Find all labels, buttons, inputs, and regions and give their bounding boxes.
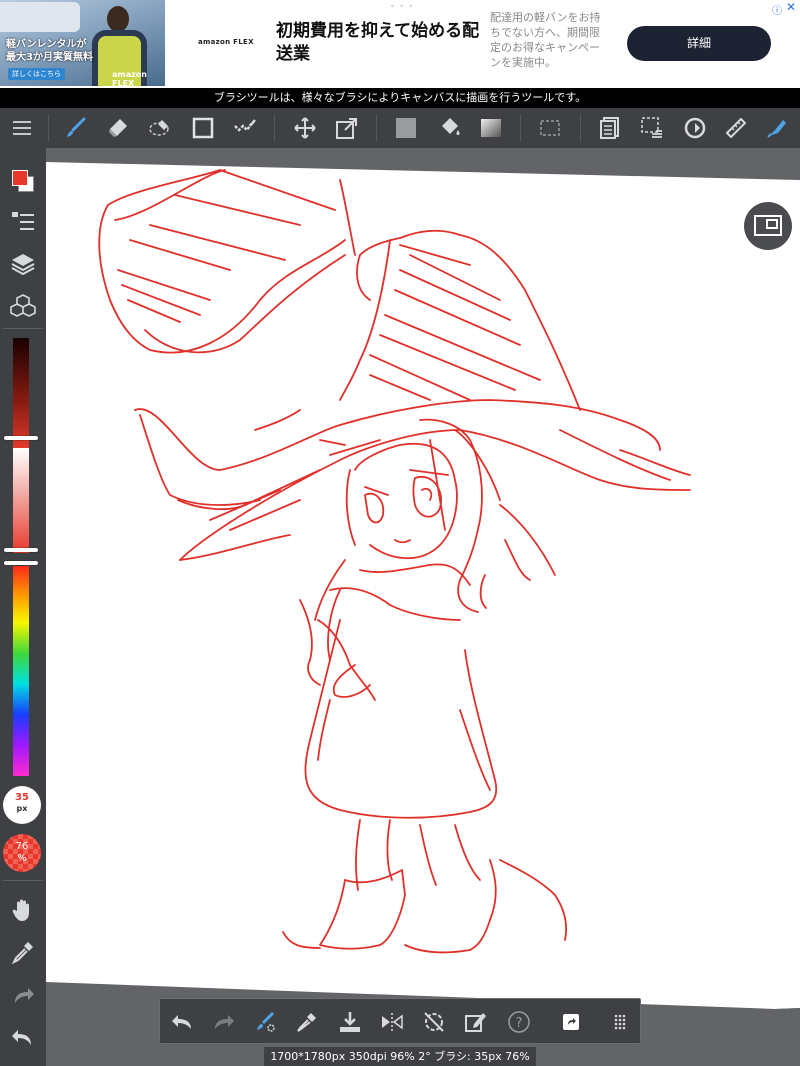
flip-icon[interactable] (378, 1008, 406, 1036)
brush-settings-icon[interactable] (251, 1008, 279, 1036)
ad-description: 配達用の軽バンをお持ちでない方へ、期間限定のお得なキャンペーンを実施中。 (490, 11, 601, 69)
svg-text:?: ? (516, 1016, 523, 1031)
saturation-handle[interactable] (4, 548, 38, 552)
ad-photo-button[interactable]: 詳しくはこちら (8, 68, 65, 80)
move-icon[interactable] (291, 114, 319, 142)
brightness-slider[interactable] (13, 338, 29, 448)
hue-slider[interactable] (13, 566, 29, 776)
ad-photo-text: 軽バンレンタルが 最大3か月実質無料 (6, 39, 93, 63)
copy-icon[interactable] (596, 114, 624, 142)
undo-icon[interactable] (9, 1024, 37, 1052)
redo-icon[interactable] (210, 1008, 238, 1036)
save-icon[interactable] (336, 1008, 364, 1036)
rectangle-icon[interactable] (189, 114, 217, 142)
ad-handle: • • • (390, 2, 415, 11)
canvas-area[interactable] (46, 148, 800, 1066)
ad-banner[interactable]: 軽バンレンタルが 最大3か月実質無料 詳しくはこちら amazon FLEX •… (0, 0, 800, 88)
opacity-value: 76 (15, 841, 29, 852)
eyedropper-icon[interactable] (9, 938, 37, 966)
brush-size-button[interactable]: 35 px (3, 786, 41, 824)
layers-icon[interactable] (9, 250, 37, 278)
ad-detail-button[interactable]: 詳細 (627, 26, 771, 61)
ad-headline[interactable]: 初期費用を抑えて始める配送業 (276, 20, 481, 66)
more-grid-icon[interactable] (606, 1008, 634, 1036)
ad-close-icon[interactable]: ✕ (786, 0, 796, 14)
ad-photo[interactable]: 軽バンレンタルが 最大3か月実質無料 詳しくはこちら amazon FLEX (0, 0, 165, 86)
dot-brush-icon[interactable] (231, 114, 259, 142)
select-menu-icon[interactable] (638, 114, 666, 142)
color-swatch-pair[interactable] (10, 168, 36, 194)
redo-icon[interactable] (9, 982, 37, 1010)
rotate-reset-icon[interactable] (420, 1008, 448, 1036)
ad-brand-logo: amazon FLEX (198, 38, 254, 46)
help-icon[interactable]: ? (505, 1008, 533, 1036)
undo-icon[interactable] (168, 1008, 196, 1036)
transform-icon[interactable] (333, 114, 361, 142)
eyedropper-icon[interactable] (293, 1008, 321, 1036)
menu-icon[interactable] (8, 114, 36, 142)
van-image (0, 2, 80, 32)
brush-size-unit: px (16, 804, 28, 813)
selection-icon[interactable] (536, 114, 564, 142)
materials-icon[interactable] (9, 292, 37, 320)
app-window: 軽バンレンタルが 最大3か月実質無料 詳しくはこちら amazon FLEX •… (0, 0, 800, 1066)
foreground-color-swatch[interactable] (12, 170, 28, 186)
rotate-icon[interactable] (681, 114, 709, 142)
brightness-handle[interactable] (4, 436, 38, 440)
hue-handle[interactable] (4, 561, 38, 565)
tool-tooltip: ブラシツールは、様々なブラシによりキャンバスに描画を行うツールです。 (0, 88, 800, 108)
ad-info-icon[interactable]: ⓘ (772, 2, 782, 17)
pen-icon[interactable] (763, 114, 791, 142)
eraser-icon[interactable] (104, 114, 132, 142)
ad-photo-logo: amazon FLEX (112, 70, 147, 86)
left-sidebar: 35 px 76 % (0, 148, 46, 1066)
edit-layer-icon[interactable] (462, 1008, 490, 1036)
brush-size-value: 35 (15, 792, 29, 803)
top-toolbar (0, 108, 800, 148)
ruler-icon[interactable] (722, 114, 750, 142)
canvas-status: 1700*1780px 350dpi 96% 2° ブラシ: 35px 76% (264, 1047, 536, 1066)
lasso-eraser-icon[interactable] (146, 114, 174, 142)
opacity-unit: % (17, 853, 27, 864)
fill-color-icon[interactable] (392, 114, 420, 142)
brush-icon[interactable] (62, 114, 90, 142)
hand-icon[interactable] (9, 896, 37, 924)
drawing-canvas[interactable] (46, 148, 800, 1066)
bottom-toolbar: ? (159, 998, 641, 1044)
opacity-button[interactable]: 76 % (3, 834, 41, 872)
share-icon[interactable] (557, 1008, 585, 1036)
fullscreen-icon (754, 215, 782, 236)
fullscreen-button[interactable] (744, 202, 792, 250)
saturation-slider[interactable] (13, 448, 29, 553)
brush-list-icon[interactable] (9, 208, 37, 236)
bucket-icon[interactable] (436, 114, 464, 142)
gradient-icon[interactable] (477, 114, 505, 142)
